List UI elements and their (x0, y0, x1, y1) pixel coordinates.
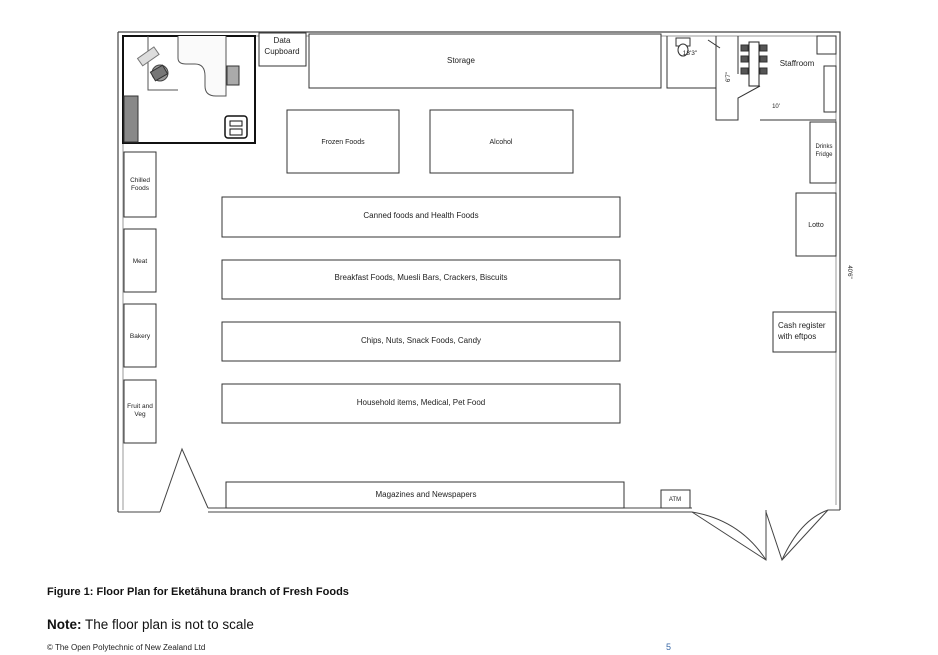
aisle-chips-label: Chips, Nuts, Snack Foods, Candy (361, 336, 481, 345)
wall-dimension: 40'6" (846, 265, 852, 278)
meat-label: Meat (133, 258, 148, 265)
fruit-veg-label-2: Veg (134, 411, 146, 418)
door-left (159, 447, 209, 513)
staffroom-label: Staffroom (780, 59, 815, 68)
floor-plan: Data Cupboard Storage 13'3" Staffroom 6'… (117, 31, 852, 561)
note-label: Note: (47, 617, 82, 632)
atm-label: ATM (669, 497, 681, 503)
toilet-dimension: 13'3" (683, 50, 698, 57)
lotto-label: Lotto (808, 222, 824, 229)
aisle-breakfast-label: Breakfast Foods, Muesli Bars, Crackers, … (335, 273, 508, 282)
chilled-foods-label: Chilled (130, 177, 150, 184)
copyright: © The Open Polytechnic of New Zealand Lt… (47, 643, 206, 652)
office-room (122, 35, 256, 144)
bakery-label: Bakery (130, 333, 151, 340)
magazines-label: Magazines and Newspapers (376, 490, 477, 499)
cash-register-label: Cash register (778, 321, 826, 330)
page-number: 5 (666, 642, 672, 652)
drinks-fridge-label-2: Fridge (815, 152, 833, 158)
door-right (691, 509, 829, 561)
storage-room (308, 33, 662, 89)
drinks-fridge-label: Drinks (815, 144, 832, 150)
figure-caption: Figure 1: Floor Plan for Eketāhuna branc… (47, 586, 349, 598)
aisle-household-label: Household items, Medical, Pet Food (357, 398, 486, 407)
fruit-veg-label: Fruit and (127, 403, 153, 410)
toilet-room (666, 36, 721, 120)
data-cupboard-label: Data (274, 36, 291, 45)
dimension-10ft: 10' (772, 104, 780, 110)
frozen-foods-label: Frozen Foods (321, 139, 365, 146)
bottom-wall-mid (208, 507, 692, 513)
cash-register-label-2: with eftpos (777, 332, 816, 341)
aisle-canned-foods-label: Canned foods and Health Foods (363, 211, 478, 220)
note: Note: The floor plan is not to scale (47, 617, 254, 632)
note-text: The floor plan is not to scale (81, 617, 254, 632)
chilled-foods-label-2: Foods (131, 185, 150, 192)
dimension-6ft7: 6'7" (726, 72, 732, 82)
alcohol-label: Alcohol (490, 139, 513, 146)
data-cupboard-label-2: Cupboard (264, 47, 299, 56)
storage-label: Storage (447, 56, 476, 65)
